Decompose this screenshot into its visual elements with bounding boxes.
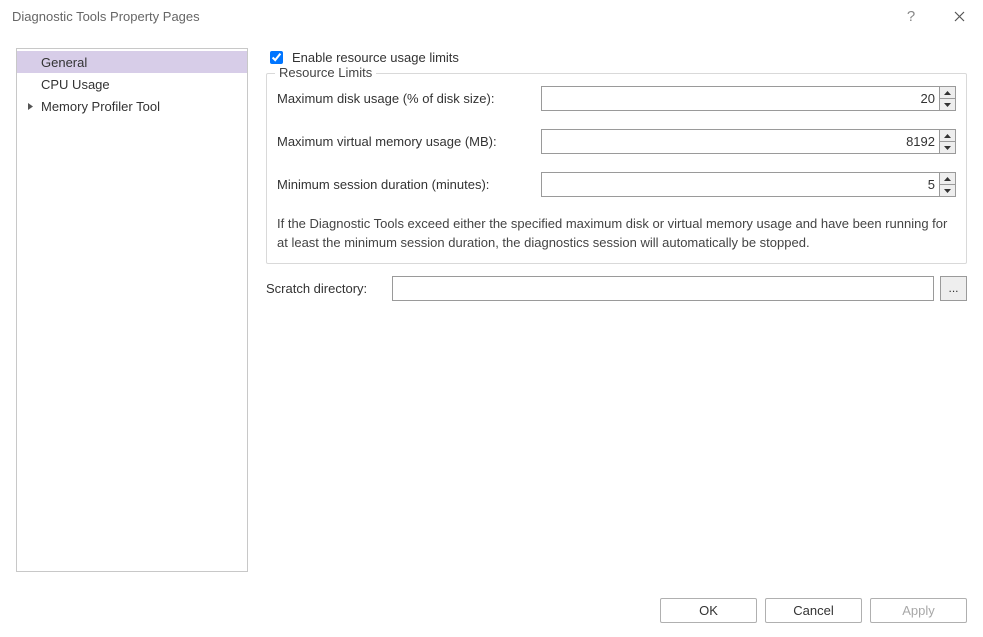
sidebar-item-memory-profiler[interactable]: Memory Profiler Tool <box>17 95 247 117</box>
max-vmem-input[interactable] <box>541 129 939 154</box>
dialog-content: General CPU Usage Memory Profiler Tool E… <box>0 34 983 572</box>
resource-limits-group: Resource Limits Maximum disk usage (% of… <box>266 73 967 264</box>
spinner-buttons <box>939 172 956 197</box>
enable-limits-label: Enable resource usage limits <box>292 50 459 65</box>
spin-down-button[interactable] <box>939 184 956 197</box>
spinner-buttons <box>939 129 956 154</box>
sidebar-item-cpu-usage[interactable]: CPU Usage <box>17 73 247 95</box>
close-button[interactable] <box>937 2 981 32</box>
spin-down-button[interactable] <box>939 98 956 111</box>
scratch-directory-row: Scratch directory: ... <box>266 276 967 301</box>
min-session-label: Minimum session duration (minutes): <box>277 177 535 192</box>
scratch-label: Scratch directory: <box>266 281 386 296</box>
help-button[interactable]: ? <box>893 2 937 32</box>
max-disk-label: Maximum disk usage (% of disk size): <box>277 91 535 106</box>
chevron-down-icon <box>944 189 951 193</box>
spin-up-button[interactable] <box>939 172 956 184</box>
chevron-down-icon <box>944 146 951 150</box>
titlebar: Diagnostic Tools Property Pages ? <box>0 0 983 34</box>
min-session-input[interactable] <box>541 172 939 197</box>
max-vmem-row: Maximum virtual memory usage (MB): <box>277 129 956 154</box>
sidebar-item-label: CPU Usage <box>41 77 110 92</box>
close-icon <box>954 11 965 22</box>
max-disk-input[interactable] <box>541 86 939 111</box>
spin-up-button[interactable] <box>939 129 956 141</box>
sidebar-item-general[interactable]: General <box>17 51 247 73</box>
spin-up-button[interactable] <box>939 86 956 98</box>
spinner-buttons <box>939 86 956 111</box>
dialog-footer: OK Cancel Apply <box>660 598 967 623</box>
sidebar-item-label: General <box>41 55 87 70</box>
min-session-spinner <box>541 172 956 197</box>
chevron-up-icon <box>944 91 951 95</box>
max-disk-row: Maximum disk usage (% of disk size): <box>277 86 956 111</box>
main-panel: Enable resource usage limits Resource Li… <box>266 48 967 572</box>
group-description: If the Diagnostic Tools exceed either th… <box>277 215 956 253</box>
cancel-button[interactable]: Cancel <box>765 598 862 623</box>
scratch-input[interactable] <box>392 276 934 301</box>
group-legend: Resource Limits <box>275 65 376 80</box>
apply-button[interactable]: Apply <box>870 598 967 623</box>
browse-button[interactable]: ... <box>940 276 967 301</box>
chevron-up-icon <box>944 134 951 138</box>
min-session-row: Minimum session duration (minutes): <box>277 172 956 197</box>
chevron-up-icon <box>944 177 951 181</box>
enable-limits-checkbox[interactable] <box>270 51 283 64</box>
max-vmem-label: Maximum virtual memory usage (MB): <box>277 134 535 149</box>
max-disk-spinner <box>541 86 956 111</box>
window-title: Diagnostic Tools Property Pages <box>12 9 893 24</box>
expander-icon[interactable] <box>27 103 37 110</box>
max-vmem-spinner <box>541 129 956 154</box>
spin-down-button[interactable] <box>939 141 956 154</box>
ok-button[interactable]: OK <box>660 598 757 623</box>
help-icon: ? <box>907 8 923 25</box>
sidebar-item-label: Memory Profiler Tool <box>41 99 160 114</box>
chevron-down-icon <box>944 103 951 107</box>
category-tree[interactable]: General CPU Usage Memory Profiler Tool <box>16 48 248 572</box>
